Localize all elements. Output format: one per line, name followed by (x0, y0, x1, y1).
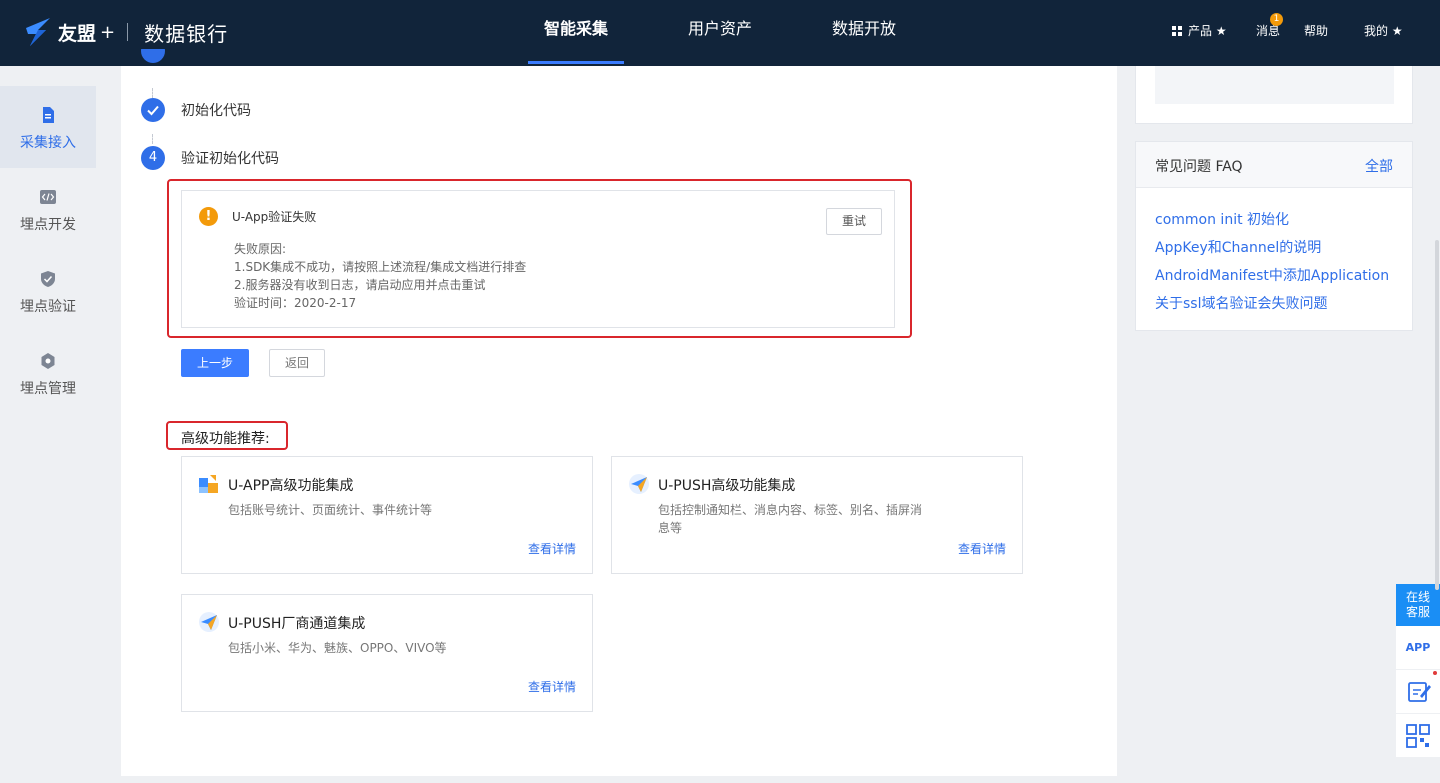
advanced-features-title: 高级功能推荐: (181, 431, 270, 447)
feature-card-desc: 包括控制通知栏、消息内容、标签、别名、插屏消息等 (658, 503, 923, 535)
feature-card-upush-vendor: U-PUSH厂商通道集成 包括小米、华为、魅族、OPPO、VIVO等 查看详情 (181, 594, 593, 712)
sidebar-item-label: 埋点验证 (20, 299, 76, 315)
back-button[interactable]: 返回 (269, 349, 325, 377)
sidebar-item-label: 采集接入 (20, 135, 76, 151)
verification-fail-title: U-App验证失败 (232, 210, 317, 224)
feature-card-desc: 包括小米、华为、魅族、OPPO、VIVO等 (228, 641, 447, 655)
notification-dot (1433, 671, 1437, 675)
paper-plane-icon (199, 612, 219, 632)
verify-time: 验证时间：2020-2-17 (234, 296, 357, 310)
failure-reason-1: 1.SDK集成不成功，请按照上述流程/集成文档进行排查 (234, 260, 527, 274)
feature-card-uapp: U-APP高级功能集成 包括账号统计、页面统计、事件统计等 查看详情 (181, 456, 593, 574)
brand-name: 友盟 (58, 22, 97, 45)
step-connector (152, 134, 153, 144)
document-icon (43, 107, 54, 123)
failure-reason-2: 2.服务器没有收到日志，请启动应用并点击重试 (234, 278, 486, 292)
shield-check-icon (41, 271, 55, 287)
feature-card-upush: U-PUSH高级功能集成 包括控制通知栏、消息内容、标签、别名、插屏消息等 查看… (611, 456, 1023, 574)
edit-icon (1408, 682, 1431, 702)
faq-link[interactable]: AndroidManifest中添加Application (1155, 266, 1389, 294)
step-label: 验证初始化代码 (181, 151, 279, 167)
faq-title: 常见问题 FAQ (1155, 159, 1243, 175)
code-icon (40, 190, 56, 204)
feedback-button[interactable] (1396, 670, 1440, 714)
faq-link[interactable]: common init 初始化 (1155, 210, 1389, 238)
faq-link[interactable]: AppKey和Channel的说明 (1155, 238, 1389, 266)
sidebar-item-collect-access[interactable]: 采集接入 (0, 86, 96, 168)
feature-card-title: U-PUSH高级功能集成 (658, 478, 796, 494)
step-row-verify-code: 4 验证初始化代码 (141, 146, 279, 170)
feature-card-title: U-PUSH厂商通道集成 (228, 616, 366, 632)
top-navigation-bar: 友盟 + 数据银行 智能采集 用户资产 数据开放 产品 ★ 消息 1 帮助 我的… (0, 0, 1440, 66)
sidebar-item-label: 埋点管理 (20, 381, 76, 397)
my-account-menu[interactable]: 我的 ★ (1364, 22, 1403, 39)
failure-reason-label: 失败原因: (234, 242, 287, 256)
right-info-panel (1135, 66, 1413, 124)
step-circle (141, 49, 165, 63)
retry-button[interactable]: 重试 (826, 208, 882, 235)
qr-code-icon (1406, 724, 1430, 748)
step-done-check-icon (141, 98, 165, 122)
sidebar-item-tracking-dev[interactable]: 埋点开发 (0, 168, 96, 250)
brand-plus: + (100, 21, 116, 43)
products-label: 产品 ★ (1188, 24, 1227, 38)
sidebar-item-label: 埋点开发 (20, 217, 76, 233)
grid-icon (1172, 26, 1182, 36)
page-scrollbar-thumb[interactable] (1435, 240, 1439, 590)
app-download-button[interactable]: APP (1396, 626, 1440, 670)
product-name: 数据银行 (144, 21, 229, 46)
failure-details: 失败原因: 1.SDK集成不成功，请按照上述流程/集成文档进行排查 2.服务器没… (234, 240, 526, 312)
sidebar-item-tracking-verify[interactable]: 埋点验证 (0, 250, 96, 332)
online-customer-service-button[interactable]: 在线客服 (1396, 584, 1440, 626)
feature-card-desc: 包括账号统计、页面统计、事件统计等 (228, 503, 433, 517)
products-menu[interactable]: 产品 ★ (1172, 22, 1227, 39)
view-details-link[interactable]: 查看详情 (958, 540, 1006, 557)
paper-plane-icon (629, 474, 649, 494)
step-row-init-code: 初始化代码 (141, 98, 251, 122)
left-sidebar: 采集接入 埋点开发 埋点验证 埋点管理 (0, 66, 96, 783)
help-link[interactable]: 帮助 (1304, 22, 1328, 39)
gear-icon (41, 353, 55, 369)
faq-list: common init 初始化 AppKey和Channel的说明 Androi… (1155, 210, 1389, 322)
message-count-badge: 1 (1270, 13, 1283, 26)
view-details-link[interactable]: 查看详情 (528, 540, 576, 557)
info-placeholder (1155, 66, 1394, 104)
faq-view-all-link[interactable]: 全部 (1365, 156, 1393, 176)
step-label: 初始化代码 (181, 103, 251, 119)
blocks-icon (199, 475, 218, 493)
view-details-link[interactable]: 查看详情 (528, 678, 576, 695)
faq-link[interactable]: 关于ssl域名验证会失败问题 (1155, 294, 1389, 322)
previous-step-button[interactable]: 上一步 (181, 349, 249, 377)
qr-code-button[interactable] (1396, 714, 1440, 758)
feature-card-title: U-APP高级功能集成 (228, 478, 354, 494)
step-number: 4 (141, 146, 165, 170)
nav-tab-user-assets[interactable]: 用户资产 (672, 0, 768, 66)
warning-icon: ! (199, 207, 218, 226)
nav-tab-data-open[interactable]: 数据开放 (816, 0, 912, 66)
step-row-3-partial (141, 49, 165, 65)
faq-header: 常见问题 FAQ 全部 (1136, 142, 1412, 188)
customer-service-label: 在线客服 (1405, 590, 1430, 619)
step-connector (152, 88, 153, 98)
sidebar-item-tracking-manage[interactable]: 埋点管理 (0, 332, 96, 414)
nav-tab-smart-collect[interactable]: 智能采集 (528, 0, 624, 66)
brand-logo[interactable]: 友盟 + 数据银行 (24, 14, 228, 50)
logo-divider (127, 23, 129, 41)
umeng-bird-logo-icon (26, 18, 50, 46)
